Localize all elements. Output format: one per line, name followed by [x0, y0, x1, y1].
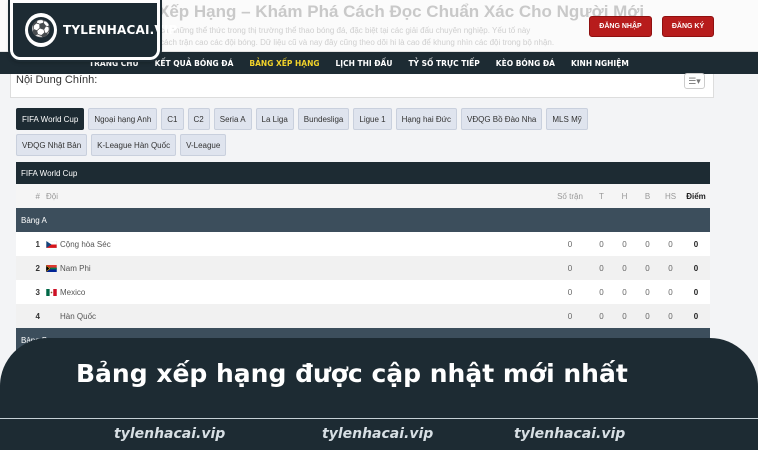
header-points: Điểm — [686, 191, 706, 201]
row-rank: 1 — [35, 239, 40, 249]
tab-ligue-1[interactable]: Ligue 1 — [353, 108, 392, 130]
row-team: Mexico — [40, 288, 550, 297]
watermark-text: tylenhacai.vip — [514, 426, 626, 442]
row-team: Hàn Quốc — [40, 312, 550, 321]
table-row[interactable]: 1 Cộng hòa Séc 0 0 0 0 0 0 — [16, 232, 710, 256]
tab-c2[interactable]: C2 — [187, 108, 210, 130]
row-points: 0 — [693, 239, 699, 249]
header-wins: T — [599, 191, 604, 201]
row-draws: 0 — [622, 263, 627, 273]
tab-premier-league[interactable]: Ngoại hạng Anh — [88, 108, 158, 130]
tab-k-league[interactable]: K-League Hàn Quốc — [91, 134, 177, 156]
tab-2-bundesliga[interactable]: Hạng hai Đức — [395, 108, 458, 130]
nav-item-standings[interactable]: BẢNG XẾP HẠNG — [249, 59, 319, 68]
team-name[interactable]: Hàn Quốc — [60, 312, 96, 321]
header-draws: H — [621, 191, 628, 201]
tab-c1[interactable]: C1 — [161, 108, 184, 130]
table-row[interactable]: 4 Hàn Quốc 0 0 0 0 0 0 — [16, 304, 710, 328]
row-draws: 0 — [622, 287, 627, 297]
tab-bundesliga[interactable]: Bundesliga — [297, 108, 350, 130]
mexico-flag-icon — [46, 288, 57, 296]
row-team: Nam Phi — [40, 264, 550, 273]
row-goal-diff: 0 — [668, 239, 673, 249]
table-caption: FIFA World Cup — [16, 162, 710, 184]
header-played: Số trận — [557, 191, 583, 201]
logo-text: TYLENHACAI.VIP — [63, 23, 178, 37]
row-goal-diff: 0 — [668, 311, 673, 321]
nav-item-schedule[interactable]: LỊCH THI ĐẤU — [336, 59, 393, 68]
row-played: 0 — [567, 239, 573, 249]
table-of-contents: Nội Dung Chính: ☰▾ — [10, 73, 714, 98]
header-goal-diff: HS — [664, 191, 677, 201]
toc-toggle-button[interactable]: ☰▾ — [684, 73, 705, 89]
row-draws: 0 — [622, 311, 627, 321]
south-africa-flag-icon — [46, 264, 57, 272]
register-button[interactable]: ĐĂNG KÝ — [662, 16, 714, 37]
tab-la-liga[interactable]: La Liga — [255, 108, 294, 130]
login-button[interactable]: ĐĂNG NHẬP — [589, 16, 652, 37]
row-losses: 0 — [645, 263, 650, 273]
nav-item-live-scores[interactable]: TỶ SỐ TRỰC TIẾP — [408, 59, 479, 68]
row-losses: 0 — [645, 287, 650, 297]
nav-item-experience[interactable]: KINH NGHIỆM — [571, 59, 629, 68]
row-wins: 0 — [599, 239, 604, 249]
article-excerpt-line: cách trận cao các đội bóng. Dữ liệu cũ v… — [160, 38, 555, 47]
row-played: 0 — [567, 287, 573, 297]
toc-title: Nội Dung Chính: — [16, 74, 98, 86]
row-goal-diff: 0 — [668, 287, 673, 297]
article-title: Xếp Hạng – Khám Phá Cách Đọc Chuẩn Xác C… — [158, 2, 645, 21]
row-rank: 3 — [35, 287, 40, 297]
standings-table: FIFA World Cup # Đội Số trận T H B HS Đi… — [16, 162, 710, 352]
promo-banner: Bảng xếp hạng được cập nhật mới nhất tyl… — [0, 338, 758, 450]
row-points: 0 — [693, 263, 699, 273]
tab-fifa-world-cup[interactable]: FIFA World Cup — [16, 108, 85, 130]
row-wins: 0 — [599, 311, 604, 321]
table-header-row: # Đội Số trận T H B HS Điểm — [16, 184, 710, 208]
czech-flag-icon — [46, 240, 57, 248]
row-team: Cộng hòa Séc — [40, 240, 550, 249]
header-team: Đội — [46, 191, 59, 201]
site-logo[interactable]: ⚽ TYLENHACAI.VIP — [8, 0, 177, 62]
row-rank: 2 — [35, 263, 40, 273]
row-played: 0 — [567, 311, 573, 321]
row-losses: 0 — [645, 239, 650, 249]
row-rank: 4 — [35, 311, 40, 321]
team-name[interactable]: Nam Phi — [60, 264, 91, 273]
tab-serie-a[interactable]: Seria A — [213, 108, 252, 130]
table-row[interactable]: 2 Nam Phi 0 0 0 0 0 0 — [16, 256, 710, 280]
team-name[interactable]: Cộng hòa Séc — [60, 240, 111, 249]
tab-mls[interactable]: MLS Mỹ — [546, 108, 588, 130]
header-rank: # — [35, 191, 40, 201]
table-row[interactable]: 3 Mexico 0 0 0 0 0 0 — [16, 280, 710, 304]
banner-headline: Bảng xếp hạng được cập nhật mới nhất — [76, 359, 628, 388]
row-goal-diff: 0 — [668, 263, 673, 273]
league-tabs: FIFA World Cup Ngoại hạng Anh C1 C2 Seri… — [16, 108, 636, 160]
tab-primeira-liga[interactable]: VĐQG Bồ Đào Nha — [461, 108, 543, 130]
list-icon: ☰▾ — [688, 75, 701, 86]
row-played: 0 — [567, 263, 573, 273]
nav-item-odds[interactable]: KÈO BÓNG ĐÁ — [496, 59, 555, 68]
soccer-ball-icon: ⚽ — [25, 13, 57, 47]
article-excerpt-line: cả những thể thức trong thị trường thể t… — [160, 26, 531, 35]
watermark-text: tylenhacai.vip — [322, 426, 434, 442]
row-points: 0 — [693, 311, 699, 321]
row-losses: 0 — [645, 311, 650, 321]
flag-placeholder — [46, 313, 57, 320]
row-wins: 0 — [599, 287, 604, 297]
team-name[interactable]: Mexico — [60, 288, 85, 297]
row-draws: 0 — [622, 239, 627, 249]
row-points: 0 — [693, 287, 699, 297]
group-label-a: Bảng A — [16, 208, 710, 232]
row-wins: 0 — [599, 263, 604, 273]
nav-item-results[interactable]: KẾT QUẢ BÓNG ĐÁ — [155, 59, 234, 68]
header-losses: B — [644, 191, 651, 201]
watermark-text: tylenhacai.vip — [114, 426, 226, 442]
tab-j-league[interactable]: VĐQG Nhật Bản — [16, 134, 88, 156]
tab-v-league[interactable]: V-League — [180, 134, 227, 156]
banner-divider — [0, 418, 758, 419]
